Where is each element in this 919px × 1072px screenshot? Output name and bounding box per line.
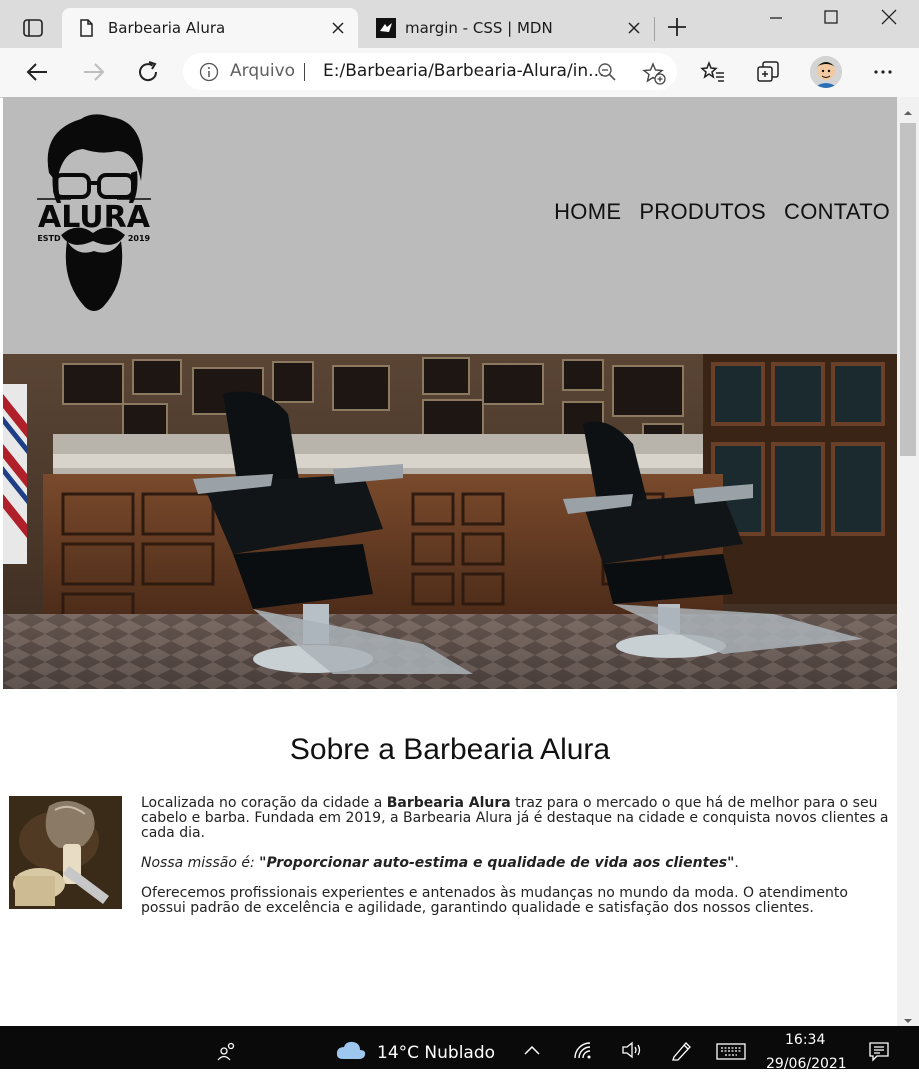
tab-actions-icon[interactable] xyxy=(14,12,50,44)
close-tab-icon[interactable] xyxy=(328,18,348,38)
cloud-icon[interactable] xyxy=(336,1039,366,1065)
mission-quote: "Proporcionar auto-estima e qualidade de… xyxy=(259,855,735,871)
people-icon[interactable] xyxy=(216,1040,238,1066)
pen-icon[interactable] xyxy=(670,1039,694,1065)
logo-brand-text: ALURA xyxy=(38,200,151,235)
tab-title: Barbearia Alura xyxy=(108,19,226,37)
close-window-icon[interactable] xyxy=(877,6,901,30)
alura-logo[interactable]: ALURA ESTD 2019 xyxy=(31,111,157,321)
minimize-icon[interactable] xyxy=(764,6,788,30)
tab-barbearia-alura[interactable]: Barbearia Alura xyxy=(62,8,358,48)
forward-icon[interactable] xyxy=(79,58,107,86)
windows-taskbar: 14°C Nublado 16:34 29/06/2021 xyxy=(0,1026,919,1072)
clock-date[interactable]: 29/06/2021 xyxy=(766,1056,847,1072)
close-tab-icon[interactable] xyxy=(624,18,644,38)
profile-avatar[interactable] xyxy=(810,56,842,88)
maximize-icon[interactable] xyxy=(819,6,843,30)
collections-icon[interactable] xyxy=(754,58,782,86)
keyboard-icon[interactable] xyxy=(716,1041,746,1065)
file-icon xyxy=(76,18,96,38)
more-options-icon[interactable] xyxy=(869,58,897,86)
about-paragraph-services: Oferecemos profissionais experientes e a… xyxy=(141,885,848,916)
reload-icon[interactable] xyxy=(134,58,162,86)
main-nav: HOME PRODUTOS CONTATO xyxy=(554,199,890,225)
about-text: Localizada no coração da cidade a Barbea… xyxy=(141,796,891,931)
add-favorite-icon[interactable] xyxy=(642,61,666,85)
tab-divider xyxy=(654,17,655,41)
barbershop-banner-image xyxy=(3,354,897,689)
shaving-brush-image xyxy=(9,796,122,909)
about-paragraph-mission: Nossa missão é: "Proporcionar auto-estim… xyxy=(141,855,739,871)
browser-tab-bar: Barbearia Alura margin - CSS | MDN xyxy=(0,0,919,48)
nav-link-produtos[interactable]: PRODUTOS xyxy=(639,199,766,225)
tab-title: margin - CSS | MDN xyxy=(405,19,553,37)
about-title: Sobre a Barbearia Alura xyxy=(289,733,611,766)
notification-icon[interactable] xyxy=(868,1040,890,1066)
page-viewport: ALURA ESTD 2019 HOME PRODUTOS CONTATO So… xyxy=(3,97,897,1026)
brand-name-bold: Barbearia Alura xyxy=(386,795,511,811)
chevron-up-icon[interactable] xyxy=(522,1042,542,1061)
mdn-icon xyxy=(376,18,396,38)
address-bar[interactable]: Arquivo E:/Barbearia/Barbearia-Alura/in.… xyxy=(183,53,677,90)
about-paragraph-intro: Localizada no coração da cidade a Barbea… xyxy=(141,795,889,841)
site-info-label: Arquivo xyxy=(230,61,296,81)
favorites-icon[interactable] xyxy=(699,58,727,86)
wifi-icon[interactable] xyxy=(572,1040,594,1064)
logo-estd-text: ESTD xyxy=(37,234,61,243)
scrollbar-thumb[interactable] xyxy=(900,123,916,456)
clock-time[interactable]: 16:34 xyxy=(785,1032,825,1048)
url-text[interactable]: E:/Barbearia/Barbearia-Alura/in... xyxy=(323,61,604,81)
volume-icon[interactable] xyxy=(620,1040,644,1064)
site-header: ALURA ESTD 2019 HOME PRODUTOS CONTATO xyxy=(3,97,897,354)
back-icon[interactable] xyxy=(24,58,52,86)
new-tab-icon[interactable] xyxy=(664,14,690,40)
page-scrollbar[interactable] xyxy=(897,97,919,1026)
scroll-down-icon[interactable] xyxy=(903,1011,913,1023)
zoom-out-icon[interactable] xyxy=(597,62,617,82)
logo-year-text: 2019 xyxy=(128,234,151,243)
browser-toolbar: Arquivo E:/Barbearia/Barbearia-Alura/in.… xyxy=(0,48,919,98)
address-divider xyxy=(304,63,305,81)
tab-margin-mdn[interactable]: margin - CSS | MDN xyxy=(362,8,652,48)
nav-link-contato[interactable]: CONTATO xyxy=(784,199,890,225)
scroll-up-icon[interactable] xyxy=(903,103,913,115)
weather-text[interactable]: 14°C Nublado xyxy=(377,1043,495,1063)
nav-link-home[interactable]: HOME xyxy=(554,199,621,225)
info-icon[interactable] xyxy=(199,62,219,82)
